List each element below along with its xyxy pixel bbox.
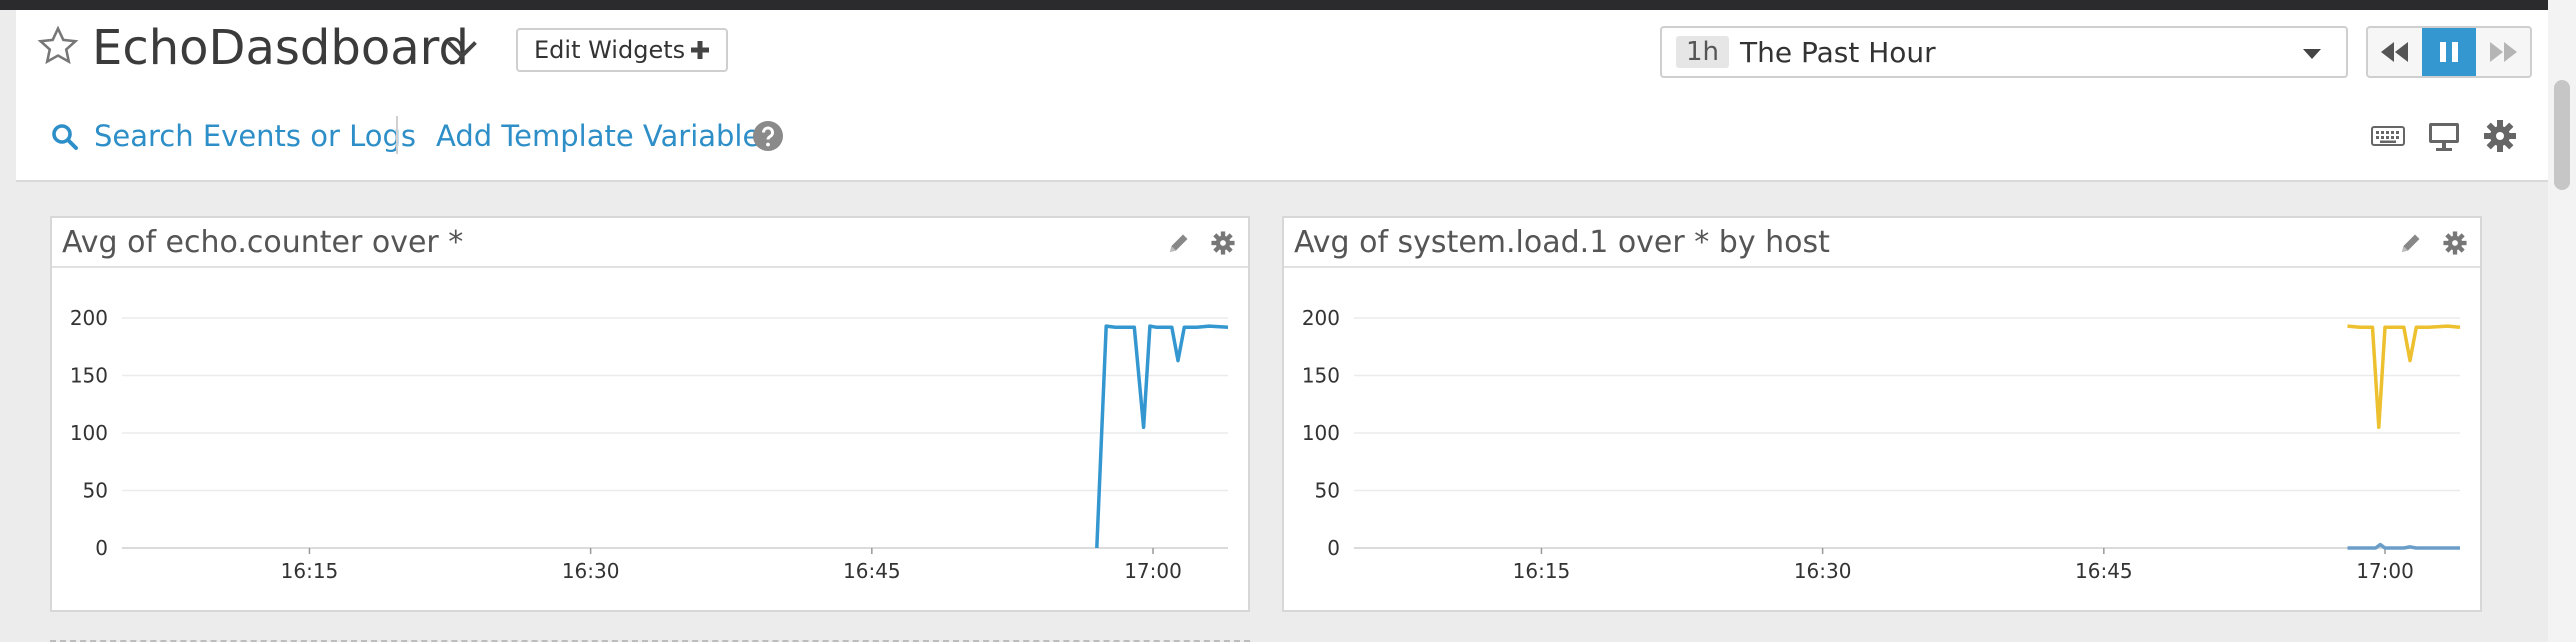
series-line bbox=[2347, 324, 2461, 430]
search-icon bbox=[52, 124, 78, 150]
x-tick-label: 17:00 bbox=[1124, 559, 1182, 583]
toolbar-divider bbox=[396, 116, 398, 154]
series-line bbox=[2347, 542, 2460, 550]
timeframe-label: The Past Hour bbox=[1740, 36, 1936, 69]
widget-header: Avg of echo.counter over * bbox=[52, 218, 1248, 268]
y-tick-label: 100 bbox=[70, 421, 108, 445]
pencil-icon[interactable] bbox=[2398, 230, 2424, 256]
x-tick-label: 16:45 bbox=[2075, 559, 2133, 583]
series-line bbox=[1095, 324, 1229, 549]
x-tick-label: 16:30 bbox=[562, 559, 620, 583]
search-events-label: Search Events or Logs bbox=[94, 119, 417, 153]
x-tick-label: 16:45 bbox=[843, 559, 901, 583]
x-tick-label: 16:15 bbox=[1513, 559, 1571, 583]
add-template-variables-link[interactable]: Add Template Variables bbox=[436, 116, 775, 156]
x-tick-label: 16:30 bbox=[1794, 559, 1852, 583]
help-icon[interactable] bbox=[752, 120, 784, 152]
keyboard-icon[interactable] bbox=[2370, 118, 2406, 154]
y-tick-label: 200 bbox=[70, 306, 108, 330]
system-load-chart: 0 50 100 150 200 16:15 16:30 16:45 17:00 bbox=[1302, 306, 2461, 583]
pause-button[interactable] bbox=[2422, 28, 2476, 76]
edit-widgets-button[interactable]: Edit Widgets bbox=[516, 28, 728, 72]
y-tick-label: 0 bbox=[1327, 536, 1340, 560]
chevron-down-icon[interactable] bbox=[444, 36, 480, 64]
caret-down-icon bbox=[2303, 49, 2321, 59]
gear-icon[interactable] bbox=[2442, 230, 2468, 256]
y-tick-label: 50 bbox=[1315, 479, 1340, 503]
y-tick-label: 50 bbox=[83, 479, 108, 503]
widget-title: Avg of echo.counter over * bbox=[62, 225, 464, 260]
x-tick-label: 17:00 bbox=[2356, 559, 2414, 583]
dashboard-page: EchoDasdboard Edit Widgets 1h The Past H… bbox=[0, 10, 2548, 642]
dashboard-header: EchoDasdboard Edit Widgets 1h The Past H… bbox=[16, 10, 2548, 182]
rewind-icon bbox=[2381, 42, 2408, 62]
page-scrollbar[interactable] bbox=[2548, 0, 2576, 642]
y-tick-label: 0 bbox=[95, 536, 108, 560]
plus-icon bbox=[691, 41, 709, 59]
pause-icon bbox=[2440, 42, 2458, 62]
dashboard-title[interactable]: EchoDasdboard bbox=[92, 20, 469, 76]
fast-forward-button[interactable] bbox=[2476, 28, 2530, 76]
widget-echo-counter[interactable]: Avg of echo.counter over * 0 50 100 150 200 1… bbox=[50, 216, 1250, 612]
widget-title: Avg of system.load.1 over * by host bbox=[1294, 225, 1830, 260]
pencil-icon[interactable] bbox=[1166, 230, 1192, 256]
fast-forward-icon bbox=[2490, 42, 2517, 62]
edit-widgets-label: Edit Widgets bbox=[534, 36, 686, 64]
playback-controls bbox=[2366, 26, 2532, 78]
rewind-button[interactable] bbox=[2368, 28, 2422, 76]
gear-icon[interactable] bbox=[2482, 118, 2518, 154]
star-icon[interactable] bbox=[36, 24, 80, 68]
scrollbar-thumb[interactable] bbox=[2554, 80, 2570, 190]
gear-icon[interactable] bbox=[1210, 230, 1236, 256]
y-tick-label: 100 bbox=[1302, 421, 1340, 445]
timeframe-chip: 1h bbox=[1676, 36, 1730, 68]
widget-header: Avg of system.load.1 over * by host bbox=[1284, 218, 2480, 268]
y-tick-label: 150 bbox=[70, 364, 108, 388]
timeframe-select[interactable]: 1h The Past Hour bbox=[1660, 26, 2348, 78]
monitor-icon[interactable] bbox=[2426, 118, 2462, 154]
y-tick-label: 200 bbox=[1302, 306, 1340, 330]
y-tick-label: 150 bbox=[1302, 364, 1340, 388]
echo-counter-chart: 0 50 100 150 200 16:15 16:30 16:45 17:00 bbox=[70, 306, 1229, 583]
x-tick-label: 16:15 bbox=[281, 559, 339, 583]
widget-system-load[interactable]: Avg of system.load.1 over * by host 0 50 1… bbox=[1282, 216, 2482, 612]
